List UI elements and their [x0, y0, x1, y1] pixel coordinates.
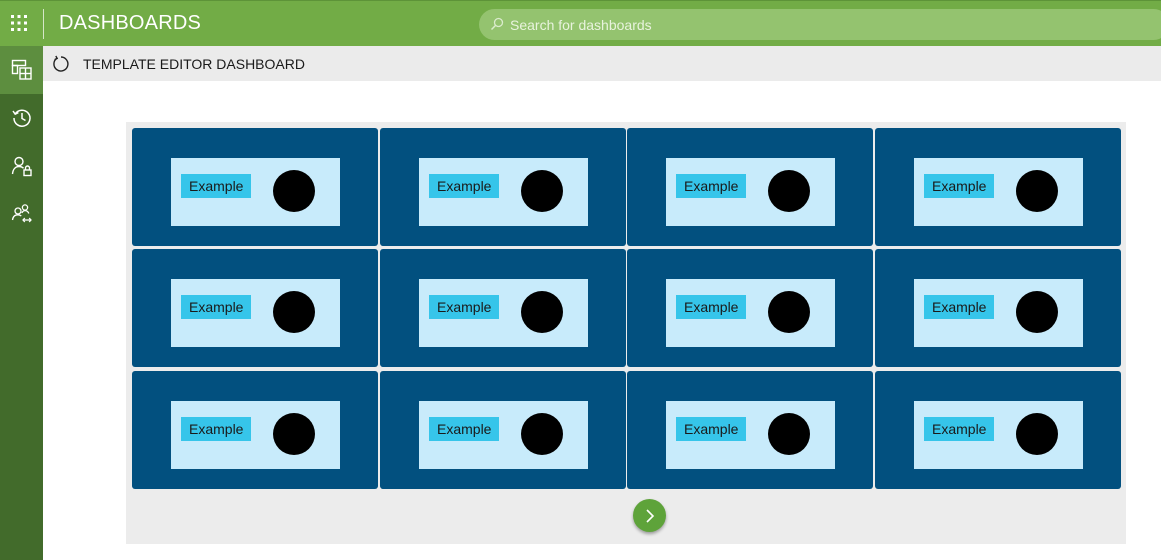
- app-title: DASHBOARDS: [59, 12, 202, 34]
- dashboard-tile[interactable]: Example: [380, 249, 626, 367]
- example-badge: Example: [924, 417, 995, 441]
- sidebar-item-dashboards[interactable]: [0, 46, 43, 94]
- dashboard-layout-icon: [11, 59, 32, 80]
- status-dot: [1016, 291, 1058, 333]
- status-dot: [521, 291, 563, 333]
- example-badge: Example: [676, 295, 747, 319]
- dashboard-tile[interactable]: Example: [132, 249, 378, 367]
- sidebar-item-user-permissions[interactable]: [0, 142, 43, 190]
- tile-content: Example: [666, 401, 835, 469]
- dashboard-tile[interactable]: Example: [132, 371, 378, 489]
- example-badge: Example: [676, 417, 747, 441]
- example-badge: Example: [181, 295, 252, 319]
- dashboard-tile[interactable]: Example: [627, 128, 873, 246]
- sidebar-item-history[interactable]: [0, 94, 43, 142]
- status-dot: [768, 170, 810, 212]
- search-icon: [490, 17, 504, 31]
- status-dot: [521, 170, 563, 212]
- dashboard-grid: Example Example Example Example Example …: [126, 122, 1126, 544]
- example-badge: Example: [181, 174, 252, 198]
- dashboard-title: TEMPLATE EDITOR DASHBOARD: [83, 56, 305, 72]
- tile-content: Example: [666, 279, 835, 347]
- sidebar: [0, 46, 43, 560]
- tile-content: Example: [419, 158, 588, 226]
- dashboard-tile[interactable]: Example: [380, 371, 626, 489]
- status-dot: [273, 170, 315, 212]
- status-dot: [768, 291, 810, 333]
- example-badge: Example: [429, 295, 500, 319]
- status-dot: [521, 413, 563, 455]
- next-page-button[interactable]: [633, 499, 666, 532]
- refresh-icon[interactable]: [52, 55, 70, 73]
- search-box[interactable]: [479, 9, 1161, 40]
- dashboard-header: TEMPLATE EDITOR DASHBOARD: [43, 46, 1161, 81]
- dashboard-tile[interactable]: Example: [875, 249, 1121, 367]
- users-share-icon: [11, 204, 32, 223]
- chevron-right-icon: [645, 508, 654, 523]
- dashboard-tile[interactable]: Example: [875, 371, 1121, 489]
- example-badge: Example: [924, 174, 995, 198]
- dashboard-tile[interactable]: Example: [132, 128, 378, 246]
- status-dot: [1016, 413, 1058, 455]
- tile-content: Example: [419, 401, 588, 469]
- tile-content: Example: [171, 401, 340, 469]
- example-badge: Example: [429, 174, 500, 198]
- example-badge: Example: [924, 295, 995, 319]
- status-dot: [273, 291, 315, 333]
- user-lock-icon: [11, 156, 32, 177]
- header-divider: [43, 9, 44, 39]
- dashboard-tile[interactable]: Example: [380, 128, 626, 246]
- dashboard-tile[interactable]: Example: [627, 371, 873, 489]
- tile-content: Example: [666, 158, 835, 226]
- tile-content: Example: [914, 158, 1083, 226]
- example-badge: Example: [429, 417, 500, 441]
- tile-content: Example: [914, 279, 1083, 347]
- dashboard-tile[interactable]: Example: [627, 249, 873, 367]
- history-icon: [11, 109, 31, 127]
- tile-content: Example: [171, 279, 340, 347]
- search-input[interactable]: [510, 9, 1130, 40]
- status-dot: [1016, 170, 1058, 212]
- tile-content: Example: [171, 158, 340, 226]
- tile-content: Example: [419, 279, 588, 347]
- status-dot: [768, 413, 810, 455]
- tile-content: Example: [914, 401, 1083, 469]
- sidebar-item-sharing[interactable]: [0, 190, 43, 238]
- status-dot: [273, 413, 315, 455]
- top-bar: DASHBOARDS: [0, 0, 1161, 46]
- dashboard-tile[interactable]: Example: [875, 128, 1121, 246]
- example-badge: Example: [676, 174, 747, 198]
- example-badge: Example: [181, 417, 252, 441]
- app-launcher-icon[interactable]: [10, 14, 28, 32]
